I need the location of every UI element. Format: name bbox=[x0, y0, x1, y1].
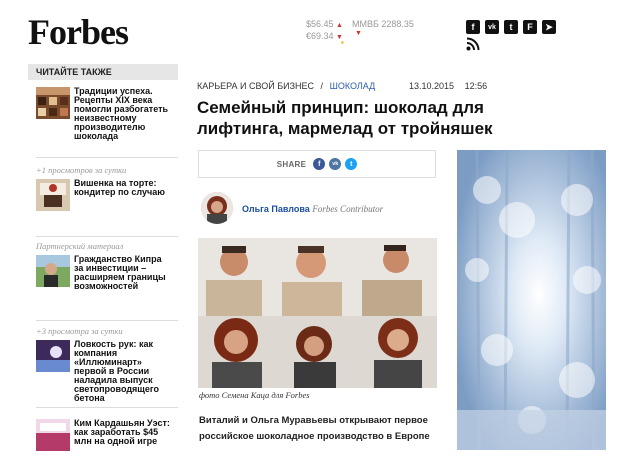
ticker-eur: €69.34 ▼ bbox=[306, 30, 343, 44]
share-label: SHARE bbox=[276, 159, 307, 169]
sidebar-thumb-1[interactable] bbox=[36, 87, 70, 119]
sidebar-thumb-2[interactable] bbox=[36, 179, 70, 211]
breadcrumb: КАРЬЕРА И СВОЙ БИЗНЕС / ШОКОЛАД bbox=[197, 81, 375, 91]
telegram-icon[interactable]: ➤ bbox=[542, 20, 556, 34]
publish-time: 12:56 bbox=[464, 81, 488, 91]
ticker-usd-value: $56.45 bbox=[306, 19, 334, 29]
publish-datetime: 13.10.2015 12:56 bbox=[409, 81, 487, 91]
breadcrumb-section[interactable]: КАРЬЕРА И СВОЙ БИЗНЕС bbox=[197, 81, 314, 91]
advertisement-banner[interactable] bbox=[457, 149, 606, 451]
author-byline: Ольга Павлова Forbes Contributor bbox=[242, 204, 383, 214]
vk-icon[interactable]: vk bbox=[485, 20, 499, 34]
publish-date: 13.10.2015 bbox=[409, 81, 455, 91]
social-links: f vk t F ➤ bbox=[466, 20, 556, 34]
arrow-up-icon: ▲ bbox=[336, 22, 343, 29]
sidebar-item-title[interactable]: Ким Кардашьян Уэст: как заработать $45 м… bbox=[74, 419, 170, 446]
sidebar-item-meta: +1 просмотров за сутки bbox=[36, 165, 127, 175]
breadcrumb-separator: / bbox=[320, 81, 324, 91]
facebook-icon[interactable]: f bbox=[466, 20, 480, 34]
share-bar: SHARE f vk t bbox=[198, 150, 436, 178]
sidebar-item-title[interactable]: Гражданство Кипра за инвестиции – расшир… bbox=[74, 255, 170, 291]
article-photo[interactable] bbox=[198, 238, 437, 388]
forbes-logo[interactable]: Forbes bbox=[28, 12, 129, 52]
avatar[interactable] bbox=[201, 192, 233, 224]
rss-icon[interactable] bbox=[466, 37, 480, 51]
ticker-index-value: ММВБ 2288.35 bbox=[352, 19, 414, 29]
sidebar-item-title[interactable]: Ловкость рук: как компания «Иллюминарт» … bbox=[74, 340, 170, 403]
sidebar: ЧИТАЙТЕ ТАКЖЕ bbox=[28, 64, 178, 80]
sidebar-item-meta: Партнерский материал bbox=[36, 241, 124, 251]
photo-caption: фото Семена Каца для Forbes bbox=[199, 390, 310, 400]
share-facebook-icon[interactable]: f bbox=[313, 158, 326, 170]
share-twitter-icon[interactable]: t bbox=[345, 158, 358, 170]
sidebar-item-meta: +3 просмотра за сутки bbox=[36, 326, 123, 336]
sidebar-thumb-4[interactable] bbox=[36, 340, 70, 372]
twitter-icon[interactable]: t bbox=[504, 20, 518, 34]
divider bbox=[36, 236, 178, 237]
article-lead: Виталий и Ольга Муравьевы открывают перв… bbox=[199, 415, 430, 442]
divider bbox=[36, 157, 178, 158]
flipboard-icon[interactable]: F bbox=[523, 20, 537, 34]
sidebar-thumb-3[interactable] bbox=[36, 255, 70, 287]
sidebar-item-title[interactable]: Вишенка на торте: кондитер по случаю bbox=[74, 179, 170, 197]
divider bbox=[36, 320, 178, 321]
author-role: Forbes Contributor bbox=[312, 204, 384, 214]
divider bbox=[36, 407, 178, 408]
article-title: Семейный принцип: шоколад для лифтинга, … bbox=[197, 98, 493, 138]
sidebar-thumb-5[interactable] bbox=[36, 419, 70, 451]
breadcrumb-tag[interactable]: ШОКОЛАД bbox=[330, 81, 376, 91]
ticker-eur-value: €69.34 bbox=[306, 31, 334, 41]
sidebar-item-title[interactable]: Традиции успеха. Рецепты XIX века помогл… bbox=[74, 87, 170, 141]
arrow-down-icon: ▼ bbox=[355, 30, 362, 37]
share-vk-icon[interactable]: vk bbox=[329, 158, 342, 170]
author-name[interactable]: Ольга Павлова bbox=[242, 204, 310, 214]
dot-icon: ▪ bbox=[341, 38, 344, 47]
ticker-index: ММВБ 2288.35 bbox=[352, 18, 414, 30]
sidebar-heading: ЧИТАЙТЕ ТАКЖЕ bbox=[28, 64, 178, 80]
